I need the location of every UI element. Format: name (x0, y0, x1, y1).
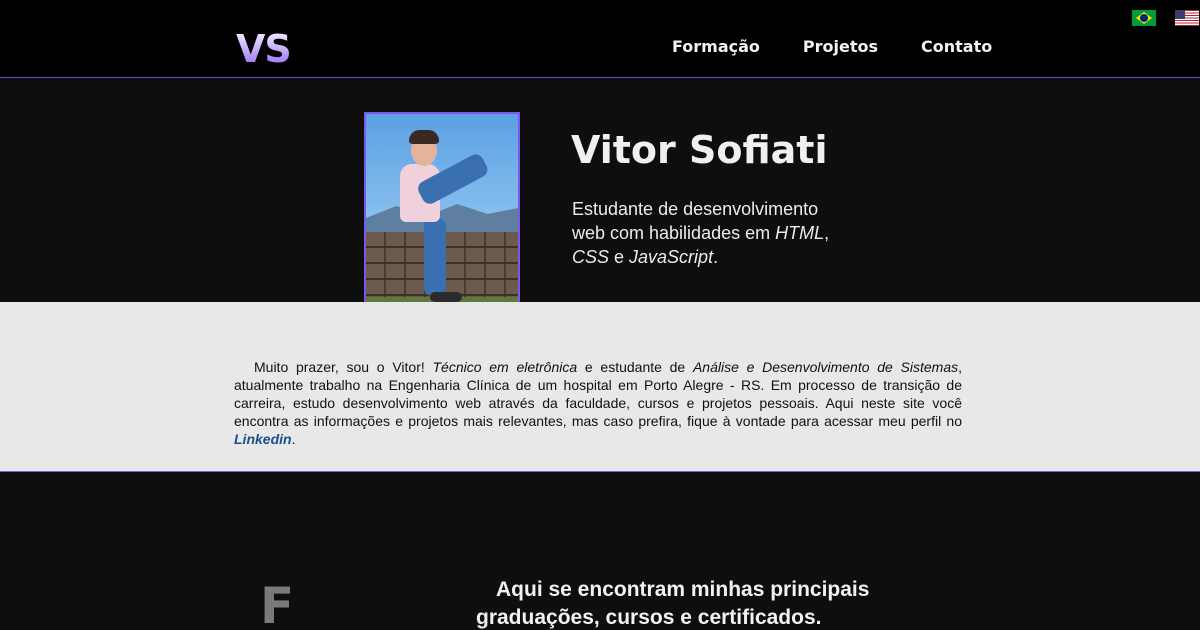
photo-person-shoe (430, 292, 462, 302)
tagline-period: . (713, 247, 719, 267)
photo-person-hair (409, 130, 439, 144)
about-text-2: Técnico em eletrônica (432, 359, 578, 375)
brazil-flag-circle (1140, 14, 1148, 22)
formacao-letter: F (260, 577, 295, 630)
main-nav: Formação Projetos Contato (672, 37, 1035, 56)
us-flag-icon[interactable] (1175, 10, 1199, 26)
formacao-intro: Aqui se encontram minhas principais grad… (476, 578, 870, 629)
site-logo[interactable]: VS (236, 26, 292, 72)
about-section: Muito prazer, sou o Vitor! Técnico em el… (0, 302, 1200, 472)
profile-tagline: Estudante de desenvolvimento web com hab… (572, 197, 832, 269)
tagline-css: CSS (572, 247, 610, 267)
linkedin-link[interactable]: Linkedin (234, 431, 292, 447)
tagline-and: e (609, 247, 630, 267)
brazil-flag-icon[interactable] (1132, 10, 1156, 26)
photo-person-leg (424, 218, 446, 296)
about-text-3: e estudante de (577, 359, 693, 375)
site-header: VS Formação Projetos Contato (0, 0, 1200, 78)
about-text-6: . (291, 431, 296, 447)
tagline-js: JavaScript (629, 247, 714, 267)
about-text-1: Muito prazer, sou o Vitor! (254, 359, 433, 375)
tagline-sep: , (824, 223, 830, 243)
profile-name: Vitor Sofiati (571, 128, 828, 172)
nav-formacao[interactable]: Formação (672, 37, 760, 56)
profile-photo (364, 112, 520, 322)
about-text-4: Análise e Desenvolvimento de Sistemas (692, 359, 959, 375)
tagline-html: HTML (775, 223, 825, 243)
about-paragraph: Muito prazer, sou o Vitor! Técnico em el… (234, 358, 962, 448)
nav-projetos[interactable]: Projetos (803, 37, 878, 56)
nav-contato[interactable]: Contato (921, 37, 992, 56)
us-flag-canton (1175, 10, 1185, 19)
